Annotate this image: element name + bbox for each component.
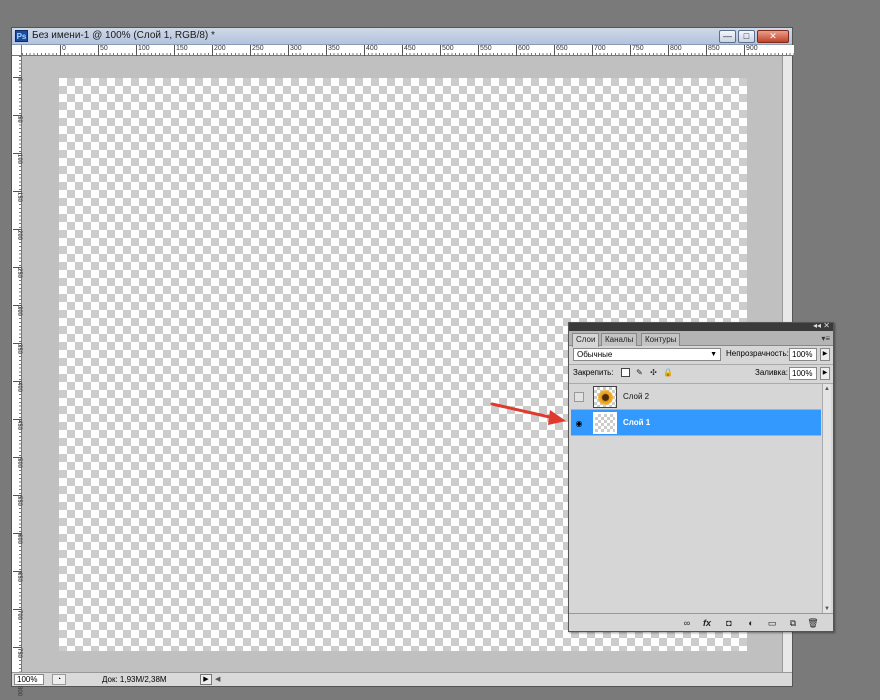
ruler-tick-label: 50 (13, 115, 22, 123)
scroll-down-icon[interactable]: ▼ (823, 606, 831, 612)
maximize-button[interactable]: □ (738, 30, 755, 43)
ruler-tick-label: 900 (744, 45, 758, 56)
divider (569, 364, 833, 365)
ruler-tick-label: 300 (288, 45, 302, 56)
layer-row-selected[interactable]: ◉ Слой 1 (571, 410, 821, 436)
arrow-head (548, 410, 566, 425)
ruler-tick-label: 550 (13, 495, 22, 506)
ruler-tick-label: 50 (98, 45, 108, 56)
status-bar: 100% ◔ Док: 1,93M/2,38M ▶ ◀ (12, 672, 792, 686)
document-info: Док: 1,93M/2,38M (102, 675, 167, 684)
layers-panel: ◂◂ ✕ Слои Каналы Контуры ▾≡ Обычные ▼ Не… (568, 321, 834, 632)
ruler-tick-label: 100 (136, 45, 150, 56)
eye-icon[interactable]: ◉ (574, 418, 584, 428)
visibility-toggle-empty[interactable] (574, 392, 584, 402)
red-arrow-annotation (490, 402, 566, 425)
layer-row[interactable]: Слой 2 (571, 384, 821, 410)
ruler-tick-label: 150 (174, 45, 188, 56)
panel-tabs: Слои Каналы Контуры ▾≡ (569, 331, 833, 347)
layer-name[interactable]: Слой 1 (623, 418, 650, 427)
ruler-tick-label: 0 (60, 45, 66, 56)
tab-channels[interactable]: Каналы (601, 333, 638, 346)
ruler-tick-label: 250 (13, 267, 22, 278)
ruler-tick-label: 450 (402, 45, 416, 56)
sunflower-image (598, 390, 613, 405)
panel-collapse-close-icon[interactable]: ◂◂ ✕ (813, 321, 830, 330)
ruler-tick-label: 650 (13, 571, 22, 582)
horizontal-ruler[interactable]: 0 50 100 150 200 250 300 350 400 450 500 550 600 650 7… (22, 45, 794, 56)
close-button[interactable]: ✕ (757, 30, 789, 43)
minimize-button[interactable]: — (719, 30, 736, 43)
lock-brush-icon[interactable]: ✎ (635, 368, 644, 377)
status-menu-arrow-icon[interactable]: ▶ (200, 674, 212, 685)
opacity-slider-arrow-icon[interactable]: ▶ (820, 348, 830, 361)
layer-thumbnail (593, 412, 617, 434)
ruler-tick-label: 600 (13, 533, 22, 544)
ruler-tick-label: 250 (250, 45, 264, 56)
ruler-tick-label: 600 (516, 45, 530, 56)
ruler-tick-label: 850 (706, 45, 720, 56)
fill-input[interactable]: 100% (789, 367, 817, 380)
document-title: Без имени-1 @ 100% (Слой 1, RGB/8) * (32, 30, 215, 41)
arrow-shaft (490, 402, 556, 420)
ruler-tick-label: 400 (364, 45, 378, 56)
layer-thumbnail (593, 386, 617, 408)
tab-paths[interactable]: Контуры (641, 333, 681, 346)
ruler-tick-label: 450 (13, 419, 22, 430)
ruler-tick-label: 750 (630, 45, 644, 56)
ruler-tick-label: 400 (13, 381, 22, 392)
photoshop-icon: Ps (15, 30, 28, 42)
adjustment-icon[interactable]: ◐ (745, 617, 757, 629)
opacity-label: Непрозрачность: (726, 349, 789, 358)
ruler-tick-label: 200 (13, 229, 22, 240)
fx-icon[interactable]: fx (701, 617, 713, 629)
ruler-origin[interactable] (12, 45, 22, 56)
lock-transparency-icon[interactable] (621, 368, 630, 377)
ruler-tick-label: 750 (13, 647, 22, 658)
ruler-tick-label: 500 (13, 457, 22, 468)
ruler-tick-label: 350 (326, 45, 340, 56)
ruler-tick-label: 150 (13, 191, 22, 202)
ruler-tick-label: 550 (478, 45, 492, 56)
ruler-tick-label: 800 (13, 685, 22, 696)
tab-layers[interactable]: Слои (572, 333, 600, 347)
blend-mode-select[interactable]: Обычные ▼ (573, 348, 721, 361)
mask-icon[interactable]: ◘ (723, 617, 735, 629)
ruler-tick-label: 200 (212, 45, 226, 56)
trash-icon[interactable]: 🗑 (807, 617, 819, 629)
new-layer-icon[interactable]: ⧉ (787, 617, 799, 629)
blend-mode-value: Обычные (577, 350, 613, 359)
layers-scrollbar[interactable]: ▲ ▼ (822, 384, 831, 614)
ruler-tick-label: 300 (13, 305, 22, 316)
lock-all-icon[interactable]: 🔒 (663, 368, 673, 377)
scroll-up-icon[interactable]: ▲ (823, 386, 831, 392)
lock-label: Закрепить: (573, 368, 614, 377)
panel-header[interactable]: ◂◂ ✕ (569, 321, 833, 331)
layers-list: Слой 2 ◉ Слой 1 (571, 384, 821, 612)
layer-name[interactable]: Слой 2 (623, 392, 649, 401)
opacity-input[interactable]: 100% (789, 348, 817, 361)
document-titlebar[interactable]: Ps Без имени-1 @ 100% (Слой 1, RGB/8) * … (12, 28, 792, 45)
ruler-tick-label: 650 (554, 45, 568, 56)
ruler-tick-label: 0 (13, 77, 22, 81)
layers-bottom-bar: ∞ fx ◘ ◐ ▭ ⧉ 🗑 (569, 613, 833, 631)
scroll-left-icon[interactable]: ◀ (215, 675, 220, 683)
fill-slider-arrow-icon[interactable]: ▶ (820, 367, 830, 380)
status-info-icon[interactable]: ◔ (52, 674, 66, 685)
group-icon[interactable]: ▭ (766, 617, 778, 629)
chevron-down-icon: ▼ (710, 351, 717, 358)
ruler-tick-label: 700 (592, 45, 606, 56)
ruler-tick-label: 350 (13, 343, 22, 354)
ruler-tick-label: 800 (668, 45, 682, 56)
fill-label: Заливка: (755, 368, 789, 377)
ruler-tick-label: 700 (13, 609, 22, 620)
lock-move-icon[interactable]: ✣ (649, 368, 658, 377)
vertical-ruler[interactable]: 0 50 100 150 200 250 300 350 400 450 500 550 600 650 7… (12, 56, 22, 696)
panel-menu-icon[interactable]: ▾≡ (821, 334, 830, 343)
zoom-field[interactable]: 100% (14, 674, 44, 685)
ruler-tick-label: 500 (440, 45, 454, 56)
ruler-tick-label: 100 (13, 153, 22, 164)
link-icon[interactable]: ∞ (681, 617, 693, 629)
